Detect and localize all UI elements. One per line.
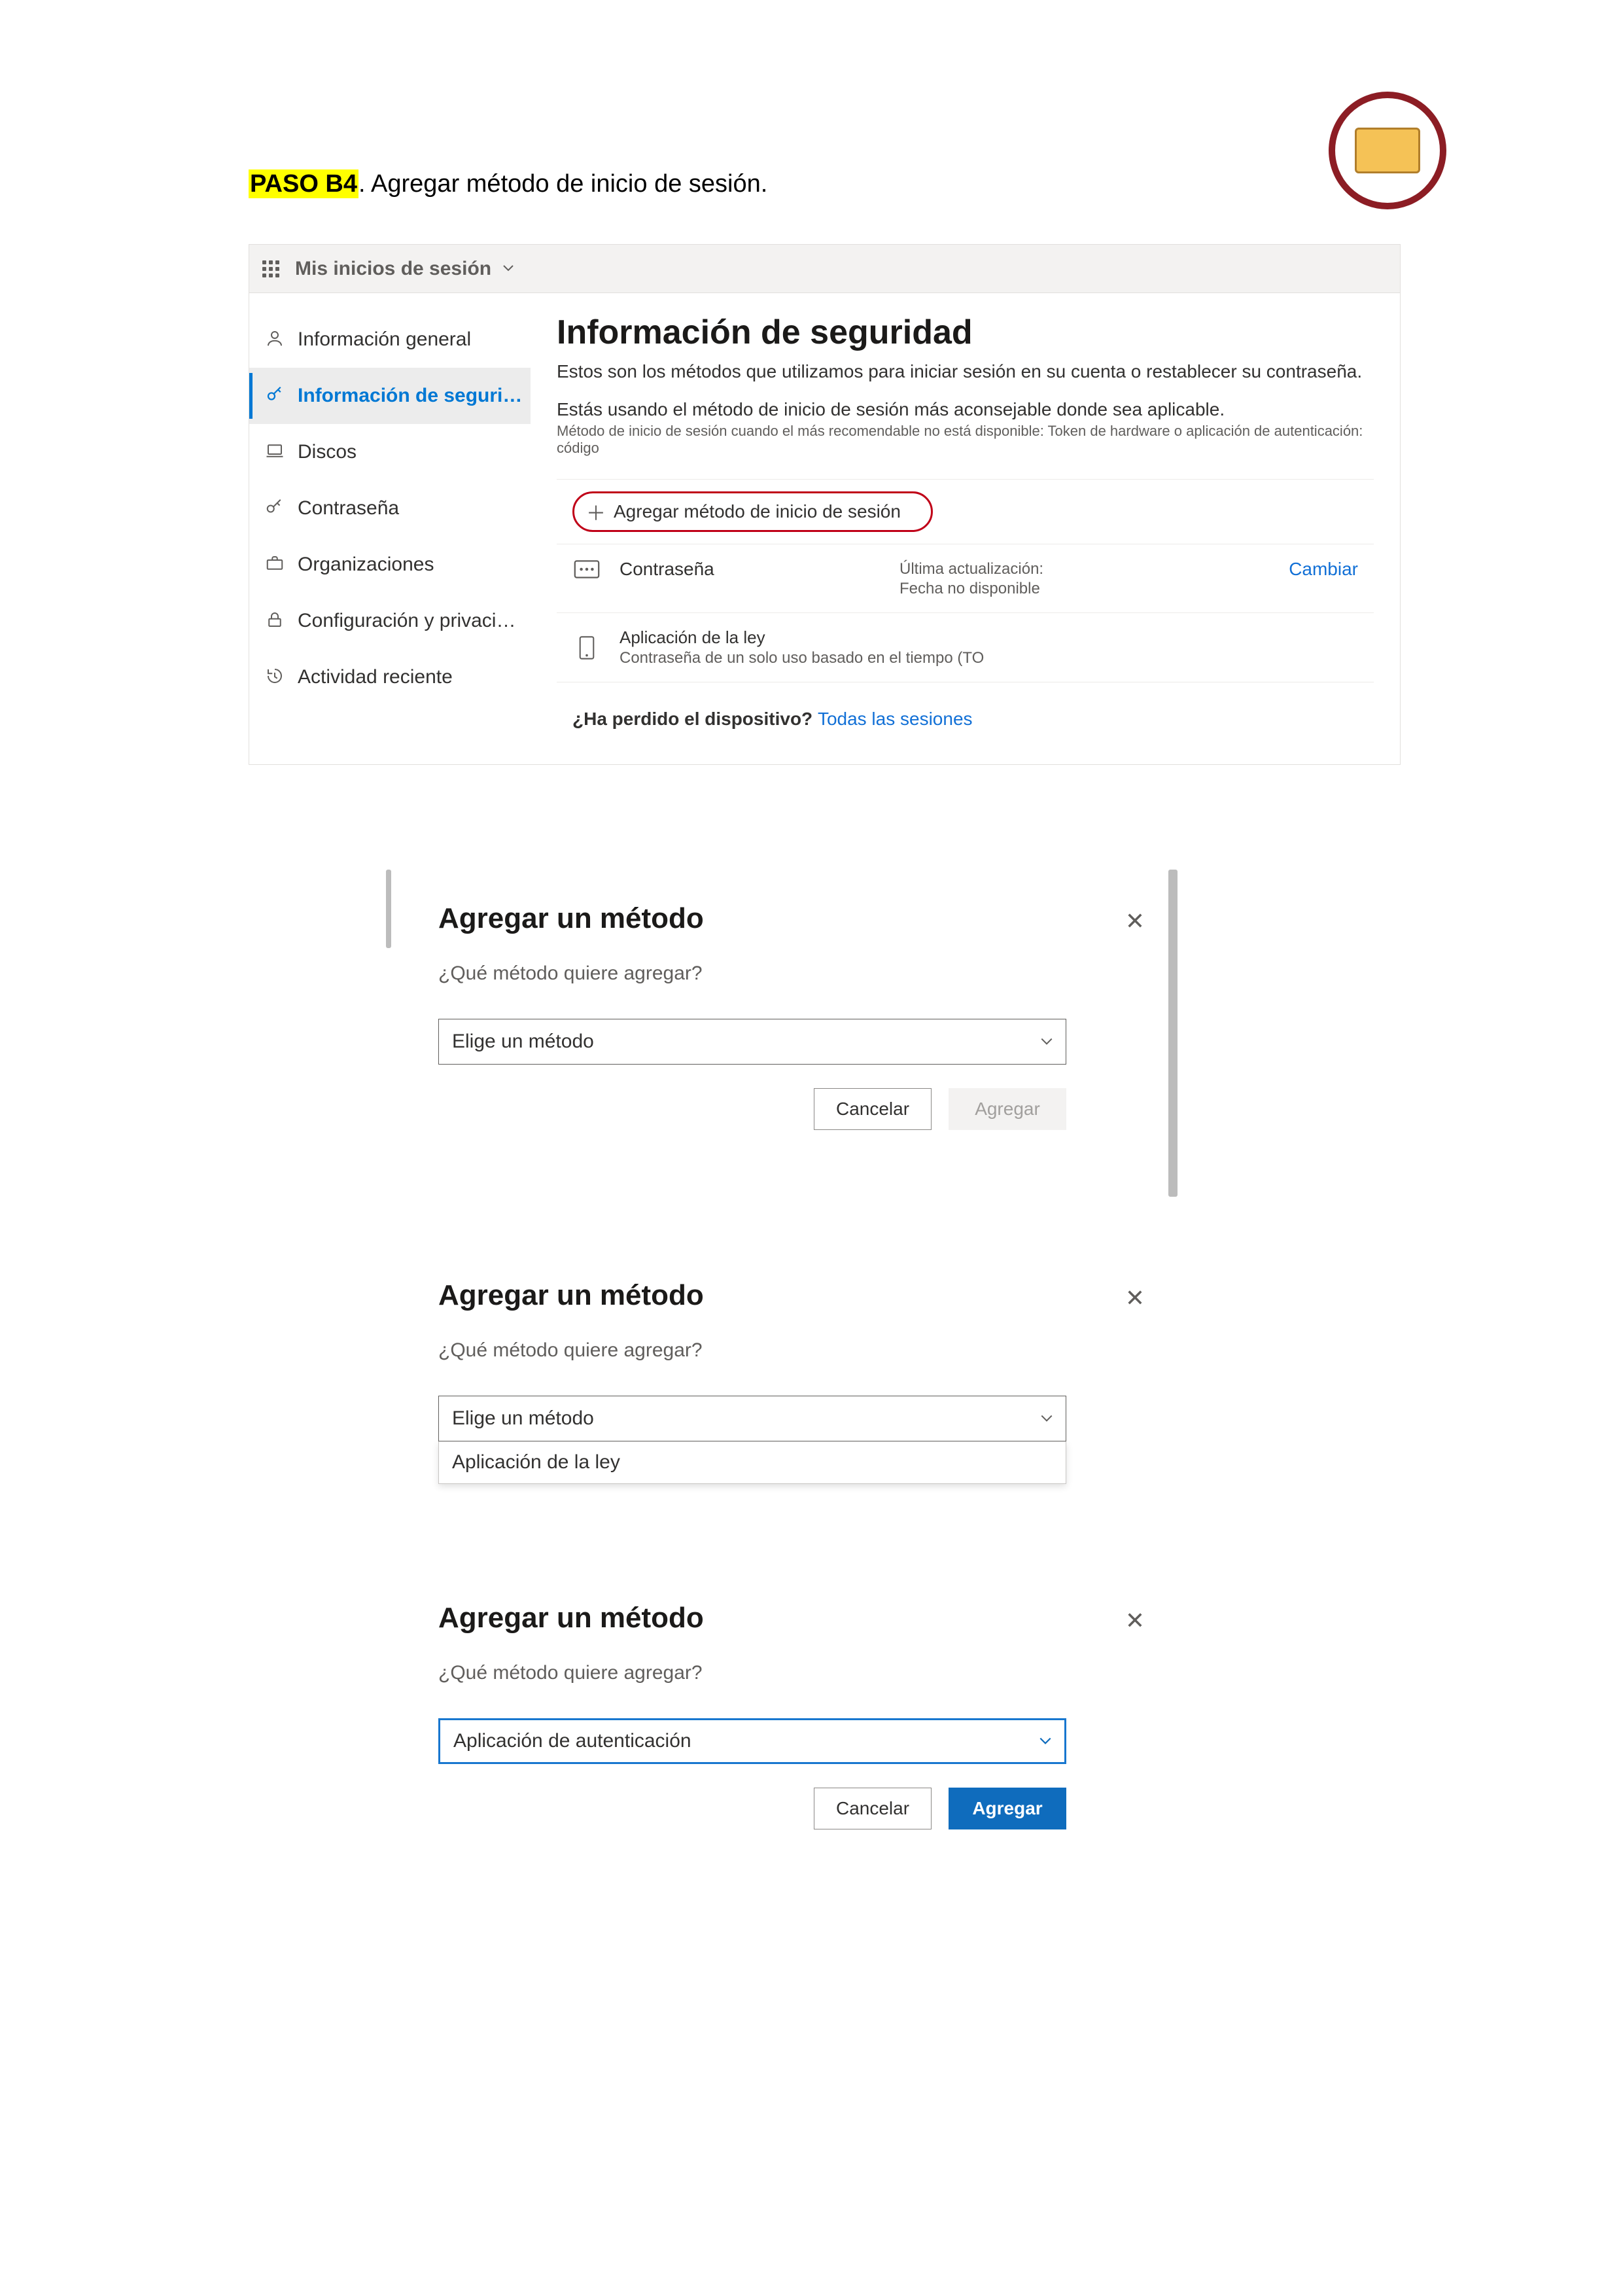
add-method-row: ＋ Agregar método de inicio de sesión [557,479,1374,544]
lost-device-text: ¿Ha perdido el dispositivo? [572,709,818,729]
app-title-text: Mis inicios de sesión [295,258,491,279]
plus-icon: ＋ [586,497,606,526]
sidebar-item-security-info[interactable]: Información de seguri… [249,368,531,424]
chevron-down-icon [1039,1034,1054,1049]
page-description: Estos son los métodos que utilizamos par… [557,361,1374,382]
sidebar-item-label: Contraseña [298,497,399,520]
method-name: Contraseña [620,559,714,580]
person-icon [265,328,287,351]
add-method-dialog-selected: Agregar un método ✕ ¿Qué método quiere a… [399,1569,1171,1861]
method-name: Aplicación de la ley [620,627,984,648]
all-sessions-link[interactable]: Todas las sesiones [818,709,973,729]
key-icon [265,385,287,407]
step-heading: PASO B4. Agregar método de inicio de ses… [249,170,1401,198]
combobox-value: Aplicación de autenticación [453,1730,691,1752]
current-method-line2: Método de inicio de sesión cuando el más… [557,423,1374,457]
add-button[interactable]: Agregar [949,1788,1066,1829]
history-icon [265,666,287,688]
change-link[interactable]: Cambiar [1289,559,1358,580]
school-logo: C.R.A. TRES RÍOS DE VILLANU… RIZO [1329,92,1446,209]
add-button[interactable]: Agregar [949,1088,1066,1130]
sidebar-item-overview[interactable]: Información general [249,311,531,368]
highlight-ellipse: ＋ Agregar método de inicio de sesión [572,491,933,532]
method-row-authenticator: Aplicación de la ley Contraseña de un so… [557,612,1374,682]
add-method-label: Agregar método de inicio de sesión [614,501,901,522]
sidebar-item-label: Información de seguri… [298,385,522,407]
method-combobox[interactable]: Elige un método [438,1396,1066,1441]
chevron-down-icon [1039,1411,1054,1426]
sidebar-item-label: Información general [298,328,471,351]
close-button[interactable]: ✕ [1125,1607,1145,1634]
lock-icon [265,610,287,632]
briefcase-icon [265,554,287,576]
combobox-dropdown: Aplicación de la ley [438,1441,1066,1484]
main-content: Información de seguridad Estos son los m… [531,293,1400,764]
method-updated-value: Fecha no disponible [899,580,1289,598]
scroll-hint-icon [386,870,391,948]
logo-ring-text: C.R.A. TRES RÍOS DE VILLANU… RIZO [1337,98,1440,203]
add-signin-method-button[interactable]: ＋ Agregar método de inicio de sesión [586,497,901,526]
add-method-dialog-default: Agregar un método ✕ ¿Qué método quiere a… [399,870,1171,1161]
waffle-icon[interactable] [261,259,281,279]
svg-text:C.R.A. TRES RÍOS DE VILLANU… R: C.R.A. TRES RÍOS DE VILLANU… RIZO [1337,98,1440,203]
method-updated-label: Última actualización: [899,560,1289,578]
dialog-question: ¿Qué método quiere agregar? [438,1662,1066,1684]
page-title: Información de seguridad [557,313,1374,352]
dialog-title: Agregar un método [438,1279,1066,1312]
cancel-button[interactable]: Cancelar [814,1788,932,1829]
cancel-button[interactable]: Cancelar [814,1088,932,1130]
key-icon [265,497,287,520]
sidebar: Información general Información de segur… [249,293,531,764]
sidebar-item-label: Organizaciones [298,554,434,576]
combobox-option[interactable]: Aplicación de la ley [439,1441,1066,1483]
sidebar-item-organizations[interactable]: Organizaciones [249,537,531,593]
step-label: PASO B4 [249,169,358,198]
close-button[interactable]: ✕ [1125,1284,1145,1312]
dialog-question: ¿Qué método quiere agregar? [438,963,1066,985]
dialog-question: ¿Qué método quiere agregar? [438,1339,1066,1362]
phone-icon [572,638,601,658]
chevron-down-icon [502,262,515,275]
method-row-password: Contraseña Última actualización: Fecha n… [557,544,1374,612]
lost-device-row: ¿Ha perdido el dispositivo? Todas las se… [557,682,1374,743]
sidebar-item-recent-activity[interactable]: Actividad reciente [249,649,531,705]
password-icon [572,559,601,579]
dialog-title: Agregar un método [438,1602,1066,1634]
scroll-hint-icon [1168,870,1178,1197]
app-title[interactable]: Mis inicios de sesión [295,258,515,280]
sidebar-item-password[interactable]: Contraseña [249,480,531,537]
method-sub: Contraseña de un solo uso basado en el t… [620,649,984,667]
sidebar-item-devices[interactable]: Discos [249,424,531,480]
close-button[interactable]: ✕ [1125,908,1145,935]
step-text: . Agregar método de inicio de sesión. [358,170,767,198]
combobox-placeholder: Elige un método [452,1031,594,1053]
current-method-line1: Estás usando el método de inicio de sesi… [557,399,1374,420]
sidebar-item-label: Configuración y privaci… [298,610,515,632]
security-info-app: Mis inicios de sesión Información genera… [249,244,1401,765]
add-method-dialog-open: Agregar un método ✕ ¿Qué método quiere a… [399,1246,1171,1484]
combobox-placeholder: Elige un método [452,1407,594,1430]
method-combobox[interactable]: Aplicación de autenticación [438,1718,1066,1764]
app-header: Mis inicios de sesión [249,245,1400,293]
chevron-down-icon [1038,1734,1053,1748]
laptop-icon [265,441,287,463]
sidebar-item-settings-privacy[interactable]: Configuración y privaci… [249,593,531,649]
method-combobox[interactable]: Elige un método [438,1019,1066,1065]
sidebar-item-label: Actividad reciente [298,666,453,688]
sidebar-item-label: Discos [298,441,357,463]
dialog-title: Agregar un método [438,902,1066,935]
